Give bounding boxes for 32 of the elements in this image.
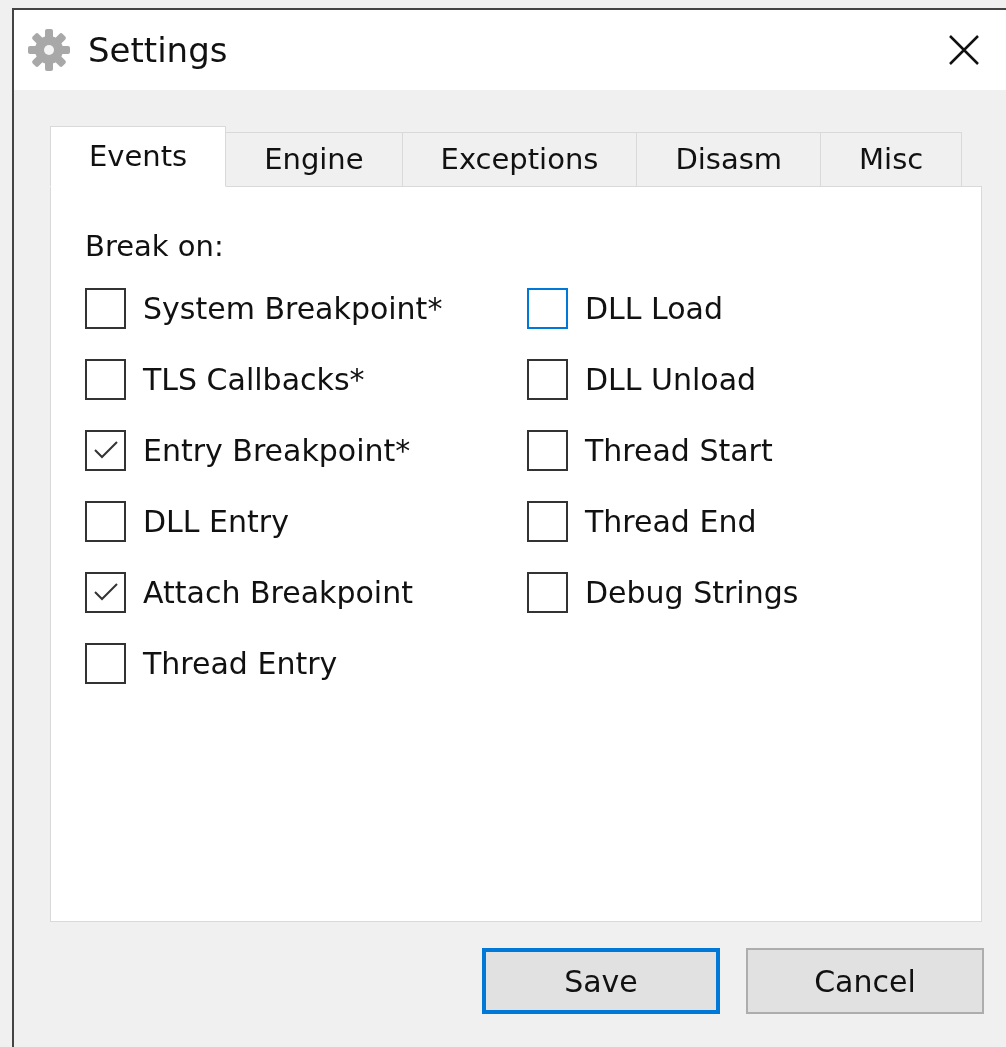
checkbox[interactable]	[85, 429, 126, 471]
checkbox[interactable]	[527, 429, 568, 471]
checkbox[interactable]	[527, 571, 568, 613]
checkbox[interactable]	[85, 642, 126, 684]
checkbox-label: DLL Unload	[585, 360, 757, 399]
group-label: Break on:	[85, 228, 224, 265]
tab[interactable]: Misc	[820, 132, 963, 187]
window-title: Settings	[88, 28, 229, 72]
checkmark-icon	[92, 582, 119, 602]
checkbox[interactable]	[527, 500, 568, 542]
checkbox-label: DLL Load	[585, 289, 724, 328]
checkbox[interactable]	[85, 500, 126, 542]
checkmark-icon	[92, 440, 119, 460]
checkbox[interactable]	[527, 287, 568, 329]
checkbox-label: Attach Breakpoint	[143, 573, 413, 612]
dialog-button[interactable]: Cancel	[746, 948, 984, 1014]
gear-icon	[26, 27, 72, 73]
checkbox-label: DLL Entry	[143, 502, 289, 541]
tab[interactable]: Events	[50, 126, 227, 187]
checkbox-label: Debug Strings	[585, 573, 799, 612]
close-icon	[948, 34, 980, 66]
checkbox-label: System Breakpoint*	[143, 289, 443, 328]
checkbox-label: Thread Start	[585, 431, 773, 470]
checkbox[interactable]	[85, 571, 126, 613]
checkbox-label: Entry Breakpoint*	[143, 431, 411, 470]
checkbox[interactable]	[85, 358, 126, 400]
checkbox[interactable]	[527, 358, 568, 400]
checkbox-label: Thread End	[585, 502, 757, 541]
checkbox[interactable]	[85, 287, 126, 329]
dialog-button[interactable]: Save	[482, 948, 720, 1014]
checkbox-label: TLS Callbacks*	[143, 360, 365, 399]
checkbox-label: Thread Entry	[143, 644, 338, 683]
